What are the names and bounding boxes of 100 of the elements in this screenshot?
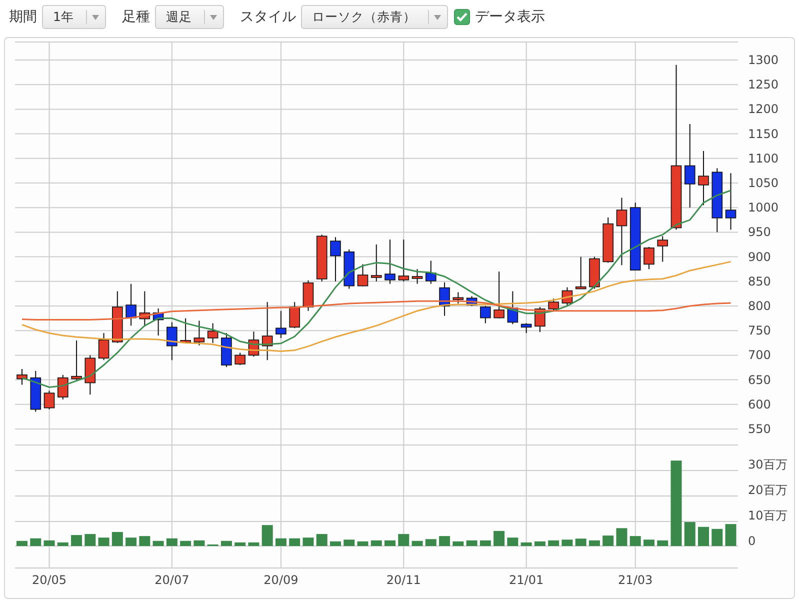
volume-bar <box>643 540 654 546</box>
dropdown[interactable]: ローソク（赤青） <box>300 5 448 29</box>
candlestick <box>98 332 110 361</box>
volume-bar <box>98 538 110 546</box>
volume-bar <box>248 542 260 546</box>
volume-bar <box>16 540 28 546</box>
candlestick <box>575 256 586 290</box>
axis-label: 600 <box>748 397 771 412</box>
candlestick <box>507 290 518 325</box>
candlestick <box>112 290 123 344</box>
candlestick <box>698 150 709 206</box>
axis-label: 20/11 <box>386 573 421 587</box>
volume-bar <box>398 534 410 546</box>
volume-bar <box>262 525 273 546</box>
axis-label: 20/05 <box>32 573 67 587</box>
volume-bar <box>30 538 42 546</box>
candlestick <box>152 308 164 336</box>
candlestick <box>316 234 328 282</box>
checkbox[interactable] <box>454 9 470 25</box>
volume-bar <box>494 530 505 546</box>
volume-bar <box>657 540 668 546</box>
axis-label: 20/09 <box>264 573 298 587</box>
field-label: 期間 <box>9 8 37 26</box>
caret-icon <box>434 14 441 20</box>
axis-label: 1200 <box>748 102 779 116</box>
volume-bar <box>562 540 573 546</box>
candlestick <box>44 390 55 410</box>
candlestick <box>412 268 423 284</box>
dropdown[interactable]: 週足 <box>154 5 224 29</box>
volume-bar <box>139 536 150 546</box>
volume-bar <box>480 540 491 546</box>
candlestick <box>71 340 82 380</box>
axis-label: 21/03 <box>618 573 653 587</box>
volume-bar <box>344 540 355 546</box>
axis-label: 0 <box>748 534 756 548</box>
caret-icon <box>92 14 99 20</box>
candlestick <box>466 296 478 306</box>
volume-bar <box>302 538 314 546</box>
volume-bar <box>275 538 286 546</box>
volume-bar <box>616 528 628 546</box>
volume-bar <box>152 540 164 546</box>
dropdown[interactable]: 1年 <box>42 5 106 29</box>
volume-bar <box>57 542 68 546</box>
volume-bar <box>289 538 300 546</box>
axis-label: 800 <box>748 299 771 313</box>
volume-bar <box>698 526 709 546</box>
candlestick <box>480 306 491 324</box>
volume-bar <box>384 540 396 546</box>
candlestick <box>548 298 559 312</box>
candlestick <box>84 354 96 396</box>
volume-bar <box>439 536 450 546</box>
axis-label: 950 <box>748 225 771 240</box>
axis-label: 850 <box>748 274 771 288</box>
candlestick <box>330 236 341 282</box>
axis-label: 20/07 <box>154 573 190 587</box>
candlestick <box>302 280 314 312</box>
candlestick <box>166 322 178 361</box>
candlestick <box>30 370 42 412</box>
candlestick <box>426 260 436 284</box>
axis-label: 20百万 <box>748 483 788 497</box>
candlestick <box>630 202 641 271</box>
candlestick <box>534 306 546 333</box>
volume-bar <box>220 540 232 546</box>
volume-bar <box>330 541 341 546</box>
candlestick <box>126 283 136 326</box>
volume-bar <box>602 536 614 546</box>
candlestick <box>494 271 504 319</box>
volume-bar <box>194 540 205 546</box>
checkbox-label: データ表示 <box>474 8 545 26</box>
candlestick <box>262 302 273 361</box>
candlestick <box>725 172 736 230</box>
candlestick <box>370 244 382 282</box>
candlestick <box>398 239 410 282</box>
volume-bar <box>84 534 96 546</box>
candlestick <box>276 310 286 338</box>
candlestick <box>520 322 532 334</box>
candlestick <box>58 374 68 400</box>
axis-label: 21/01 <box>509 573 544 587</box>
volume-bar <box>466 540 478 546</box>
volume-bar <box>316 534 328 546</box>
volume-bar <box>507 538 518 546</box>
volume-bar <box>112 532 123 546</box>
volume-bar <box>548 540 560 546</box>
candlestick <box>207 322 218 344</box>
candlestick <box>180 318 191 344</box>
volume-bar <box>234 542 246 546</box>
axis-label: 550 <box>748 422 771 436</box>
volume-bar <box>588 540 600 546</box>
volume-bar <box>166 538 178 546</box>
volume-bar <box>180 540 192 546</box>
volume-bar <box>126 538 137 546</box>
candlestick <box>194 320 205 346</box>
axis-label: 1150 <box>748 126 779 141</box>
candlestick <box>657 236 668 262</box>
axis-label: 30百万 <box>748 458 788 472</box>
volume-bar <box>370 540 382 546</box>
volume-bar <box>44 540 55 546</box>
field-label: スタイル <box>240 8 296 26</box>
axis-label: 1100 <box>748 151 779 166</box>
candlestick <box>439 282 450 316</box>
